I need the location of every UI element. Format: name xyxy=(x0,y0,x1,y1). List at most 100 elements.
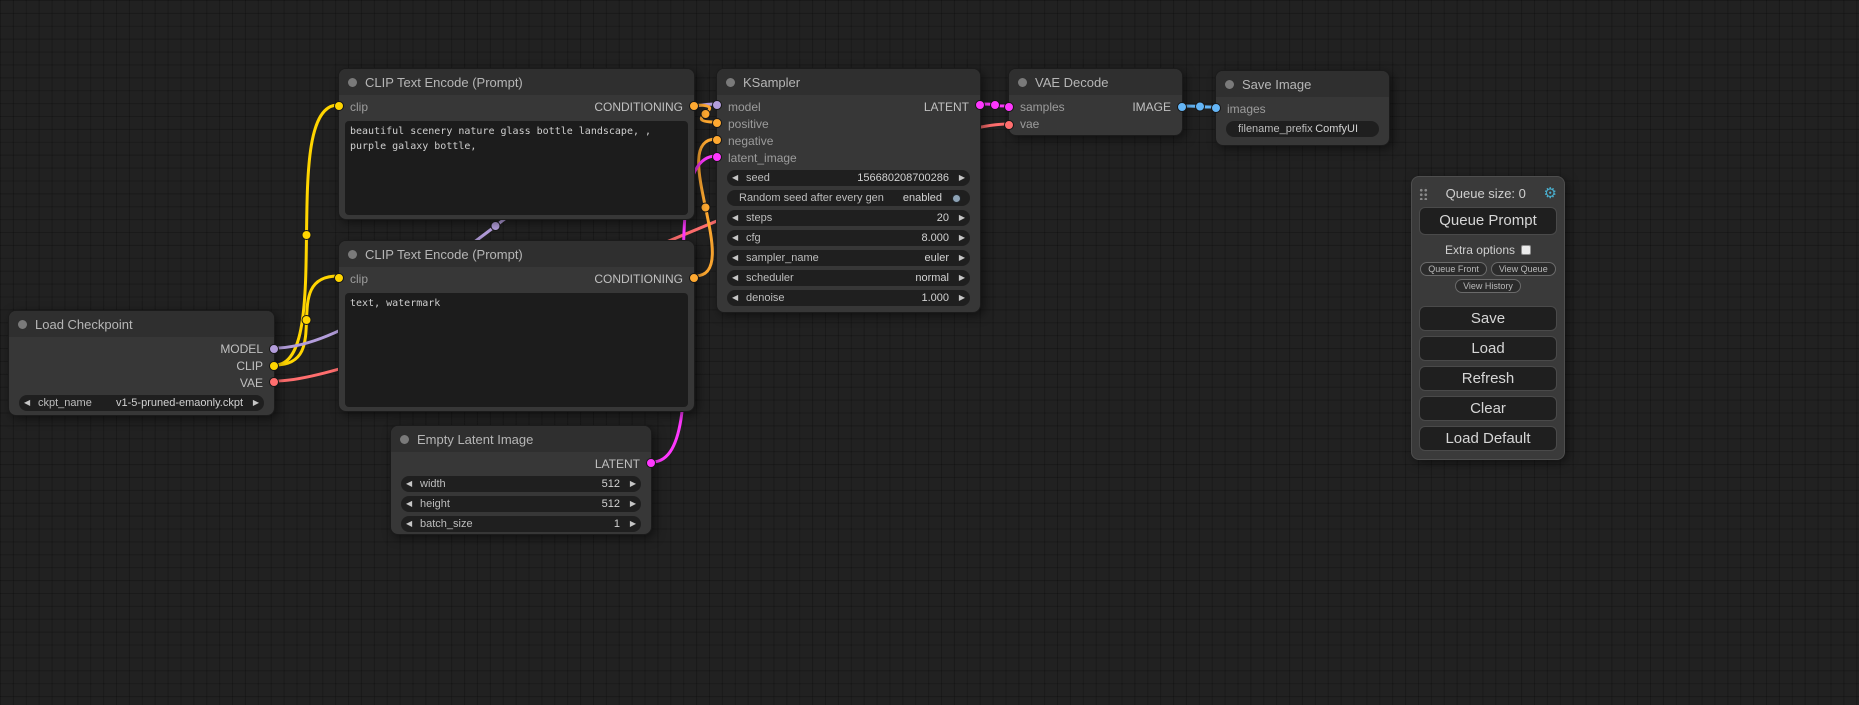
port-vae-output[interactable] xyxy=(269,377,279,387)
settings-gear-icon[interactable]: ⚙ xyxy=(1544,186,1557,201)
arrow-left-icon[interactable]: ◀ xyxy=(732,250,743,266)
node-title-bar[interactable]: CLIP Text Encode (Prompt) xyxy=(339,241,694,267)
output-label-conditioning: CONDITIONING xyxy=(594,272,683,286)
port-conditioning-output[interactable] xyxy=(689,101,699,111)
prompt-text-input[interactable]: beautiful scenery nature glass bottle la… xyxy=(345,121,688,215)
port-clip-input[interactable] xyxy=(334,273,344,283)
collapse-dot-icon[interactable] xyxy=(348,78,357,87)
arrow-left-icon[interactable]: ◀ xyxy=(732,290,743,306)
arrow-right-icon[interactable]: ▶ xyxy=(954,170,965,186)
widget-value: 1.000 xyxy=(921,292,949,304)
arrow-left-icon[interactable]: ◀ xyxy=(406,496,417,512)
node-title-bar[interactable]: Load Checkpoint xyxy=(9,311,274,337)
widget-denoise[interactable]: ◀ denoise 1.000 ▶ xyxy=(727,290,970,306)
prompt-text-input[interactable]: text, watermark xyxy=(345,293,688,407)
node-vae-decode[interactable]: VAE Decode samples IMAGE vae xyxy=(1008,68,1183,136)
arrow-right-icon[interactable]: ▶ xyxy=(954,210,965,226)
widget-value: normal xyxy=(915,272,949,284)
queue-size-text: Queue size: xyxy=(1446,186,1515,201)
collapse-dot-icon[interactable] xyxy=(400,435,409,444)
view-history-button[interactable]: View History xyxy=(1455,279,1521,293)
node-empty-latent-image[interactable]: Empty Latent Image LATENT ◀ width 512 ▶ … xyxy=(390,425,652,535)
widget-label: Random seed after every gen xyxy=(739,192,884,204)
node-graph-canvas[interactable]: Load Checkpoint MODEL CLIP VAE ◀ ckpt_na… xyxy=(0,0,1859,705)
node-load-checkpoint[interactable]: Load Checkpoint MODEL CLIP VAE ◀ ckpt_na… xyxy=(8,310,275,416)
arrow-left-icon[interactable]: ◀ xyxy=(732,270,743,286)
port-clip-input[interactable] xyxy=(334,101,344,111)
widget-filename-prefix[interactable]: filename_prefix ComfyUI xyxy=(1226,121,1379,137)
collapse-dot-icon[interactable] xyxy=(348,250,357,259)
port-latent-output[interactable] xyxy=(646,458,656,468)
widget-ckpt-name[interactable]: ◀ ckpt_name v1-5-pruned-emaonly.ckpt ▶ xyxy=(19,395,264,411)
arrow-right-icon[interactable]: ▶ xyxy=(954,230,965,246)
extra-options-label: Extra options xyxy=(1445,243,1515,257)
node-title-bar[interactable]: CLIP Text Encode (Prompt) xyxy=(339,69,694,95)
port-image-output[interactable] xyxy=(1177,102,1187,112)
node-title-bar[interactable]: Save Image xyxy=(1216,71,1389,97)
node-clip-text-encode-positive[interactable]: CLIP Text Encode (Prompt) clip CONDITION… xyxy=(338,68,695,220)
queue-prompt-button[interactable]: Queue Prompt xyxy=(1419,207,1557,235)
collapse-dot-icon[interactable] xyxy=(18,320,27,329)
node-save-image[interactable]: Save Image images filename_prefix ComfyU… xyxy=(1215,70,1390,146)
widget-label: batch_size xyxy=(420,518,473,530)
port-images-input[interactable] xyxy=(1211,103,1221,113)
toggle-dot-icon[interactable] xyxy=(952,194,961,203)
port-negative-input[interactable] xyxy=(712,135,722,145)
collapse-dot-icon[interactable] xyxy=(1018,78,1027,87)
widget-random-seed-toggle[interactable]: Random seed after every gen enabled xyxy=(727,190,970,206)
widget-label: width xyxy=(420,478,446,490)
arrow-left-icon[interactable]: ◀ xyxy=(732,210,743,226)
arrow-right-icon[interactable]: ▶ xyxy=(954,290,965,306)
arrow-right-icon[interactable]: ▶ xyxy=(625,476,636,492)
port-conditioning-output[interactable] xyxy=(689,273,699,283)
widget-label: scheduler xyxy=(746,272,794,284)
widget-seed[interactable]: ◀ seed 156680208700286 ▶ xyxy=(727,170,970,186)
clear-button[interactable]: Clear xyxy=(1419,396,1557,421)
arrow-right-icon[interactable]: ▶ xyxy=(954,250,965,266)
arrow-left-icon[interactable]: ◀ xyxy=(406,476,417,492)
widget-steps[interactable]: ◀ steps 20 ▶ xyxy=(727,210,970,226)
refresh-button[interactable]: Refresh xyxy=(1419,366,1557,391)
widget-height[interactable]: ◀ height 512 ▶ xyxy=(401,496,641,512)
input-label-clip: clip xyxy=(350,272,368,286)
port-model-output[interactable] xyxy=(269,344,279,354)
widget-label: filename_prefix xyxy=(1238,123,1313,135)
arrow-right-icon[interactable]: ▶ xyxy=(625,516,636,532)
node-title: CLIP Text Encode (Prompt) xyxy=(365,75,523,90)
load-button[interactable]: Load xyxy=(1419,336,1557,361)
port-latent-output[interactable] xyxy=(975,100,985,110)
extra-options-checkbox[interactable] xyxy=(1521,245,1531,255)
widget-cfg[interactable]: ◀ cfg 8.000 ▶ xyxy=(727,230,970,246)
node-ksampler[interactable]: KSampler model LATENT positive negative … xyxy=(716,68,981,313)
widget-sampler-name[interactable]: ◀ sampler_name euler ▶ xyxy=(727,250,970,266)
link-midpoint-dot xyxy=(302,316,311,325)
port-positive-input[interactable] xyxy=(712,118,722,128)
arrow-left-icon[interactable]: ◀ xyxy=(732,170,743,186)
arrow-left-icon[interactable]: ◀ xyxy=(732,230,743,246)
arrow-right-icon[interactable]: ▶ xyxy=(248,395,259,411)
port-vae-input[interactable] xyxy=(1004,120,1014,130)
widget-scheduler[interactable]: ◀ scheduler normal ▶ xyxy=(727,270,970,286)
port-samples-input[interactable] xyxy=(1004,102,1014,112)
view-queue-button[interactable]: View Queue xyxy=(1491,262,1556,276)
queue-front-button[interactable]: Queue Front xyxy=(1420,262,1487,276)
drag-handle-icon[interactable] xyxy=(1419,187,1428,200)
node-title-bar[interactable]: KSampler xyxy=(717,69,980,95)
widget-value: 8.000 xyxy=(921,232,949,244)
load-default-button[interactable]: Load Default xyxy=(1419,426,1557,451)
arrow-left-icon[interactable]: ◀ xyxy=(24,395,35,411)
arrow-left-icon[interactable]: ◀ xyxy=(406,516,417,532)
widget-width[interactable]: ◀ width 512 ▶ xyxy=(401,476,641,492)
arrow-right-icon[interactable]: ▶ xyxy=(954,270,965,286)
save-button[interactable]: Save xyxy=(1419,306,1557,331)
widget-batch-size[interactable]: ◀ batch_size 1 ▶ xyxy=(401,516,641,532)
collapse-dot-icon[interactable] xyxy=(726,78,735,87)
port-model-input[interactable] xyxy=(712,100,722,110)
node-title-bar[interactable]: Empty Latent Image xyxy=(391,426,651,452)
arrow-right-icon[interactable]: ▶ xyxy=(625,496,636,512)
port-latent-image-input[interactable] xyxy=(712,152,722,162)
collapse-dot-icon[interactable] xyxy=(1225,80,1234,89)
port-clip-output[interactable] xyxy=(269,361,279,371)
node-title-bar[interactable]: VAE Decode xyxy=(1009,69,1182,95)
node-clip-text-encode-negative[interactable]: CLIP Text Encode (Prompt) clip CONDITION… xyxy=(338,240,695,412)
